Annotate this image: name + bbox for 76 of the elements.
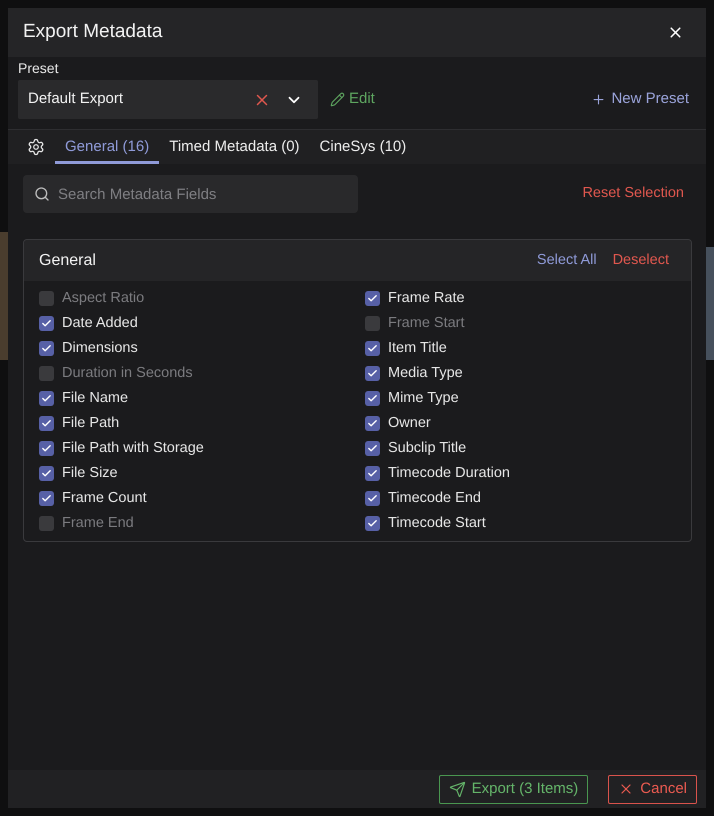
checkmark-icon	[367, 443, 378, 454]
field-label: File Size	[62, 464, 118, 483]
plus-icon	[591, 92, 606, 107]
checkbox[interactable]	[365, 441, 380, 456]
field-label: Frame End	[62, 514, 134, 533]
search-icon	[34, 186, 50, 202]
field-label: Mime Type	[388, 388, 459, 408]
field-label: Timecode Duration	[388, 464, 510, 483]
cancel-button[interactable]: Cancel	[608, 774, 697, 804]
field-label: Subclip Title	[388, 438, 466, 458]
checkmark-icon	[367, 468, 378, 479]
checkmark-icon	[367, 293, 378, 304]
field-label: Frame Start	[388, 314, 465, 333]
checkbox[interactable]	[39, 416, 54, 431]
checkbox[interactable]	[365, 416, 380, 431]
checkmark-icon	[41, 418, 52, 429]
checkbox[interactable]	[365, 491, 380, 506]
new-preset-button[interactable]: New Preset	[591, 88, 689, 111]
checkmark-icon	[367, 493, 378, 504]
paper-plane-icon	[448, 780, 466, 798]
preset-select[interactable]: Default Export	[18, 80, 318, 119]
checkbox[interactable]	[39, 341, 54, 356]
checkmark-icon	[367, 393, 378, 404]
settings-icon[interactable]	[27, 138, 45, 156]
select-all-link[interactable]: Select All	[536, 250, 597, 272]
checkbox[interactable]	[365, 316, 380, 331]
checkmark-icon	[41, 468, 52, 479]
checkbox[interactable]	[365, 366, 380, 381]
checkmark-icon	[367, 418, 378, 429]
field-label: Owner	[388, 414, 431, 433]
dialog-title: Export Metadata	[23, 20, 162, 44]
field-label: Duration in Seconds	[62, 364, 193, 383]
checkmark-icon	[41, 343, 52, 354]
field-label: Media Type	[388, 364, 463, 383]
field-label: File Path	[62, 414, 120, 433]
checkbox[interactable]	[39, 291, 54, 306]
checkbox[interactable]	[39, 441, 54, 456]
checkbox[interactable]	[39, 391, 54, 406]
field-label: Date Added	[62, 314, 138, 333]
checkbox[interactable]	[365, 516, 380, 531]
checkmark-icon	[41, 493, 52, 504]
checkmark-icon	[367, 368, 378, 379]
field-label: Preset	[18, 59, 60, 77]
reset-selection-link[interactable]: Reset Selection	[582, 183, 684, 205]
checkbox[interactable]	[39, 466, 54, 481]
checkmark-icon	[41, 318, 52, 329]
checkbox[interactable]	[39, 516, 54, 531]
field-label: Frame Rate	[388, 288, 465, 308]
checkbox[interactable]	[39, 366, 54, 381]
search-field[interactable]: Search Metadata Fields	[23, 175, 358, 213]
checkbox[interactable]	[365, 291, 380, 306]
checkmark-icon	[41, 443, 52, 454]
checkmark-icon	[41, 393, 52, 404]
field-label: Dimensions	[62, 338, 138, 358]
field-label: Timecode End	[388, 488, 481, 508]
edit-button[interactable]: Edit	[330, 88, 375, 111]
field-label: Frame Count	[62, 488, 147, 508]
tab[interactable]: CineSys (10)	[310, 130, 416, 164]
deselect-link[interactable]: Deselect	[612, 250, 669, 272]
checkbox[interactable]	[365, 466, 380, 481]
field-label: Timecode Start	[388, 514, 486, 533]
tab[interactable]: General (16)	[55, 130, 160, 164]
field-label: File Name	[62, 388, 128, 408]
checkbox[interactable]	[365, 391, 380, 406]
tab[interactable]: Timed Metadata (0)	[159, 130, 310, 164]
pencil-icon	[330, 92, 345, 107]
checkbox[interactable]	[39, 491, 54, 506]
checkmark-icon	[367, 343, 378, 354]
section-title: General	[39, 250, 96, 270]
checkbox[interactable]	[39, 316, 54, 331]
field-label: Item Title	[388, 338, 447, 358]
export-button[interactable]: Export (3 Items)	[438, 774, 588, 804]
checkmark-icon	[367, 518, 378, 529]
field-label: File Path with Storage	[62, 438, 204, 458]
field-label: Aspect Ratio	[62, 288, 144, 308]
checkbox[interactable]	[365, 341, 380, 356]
